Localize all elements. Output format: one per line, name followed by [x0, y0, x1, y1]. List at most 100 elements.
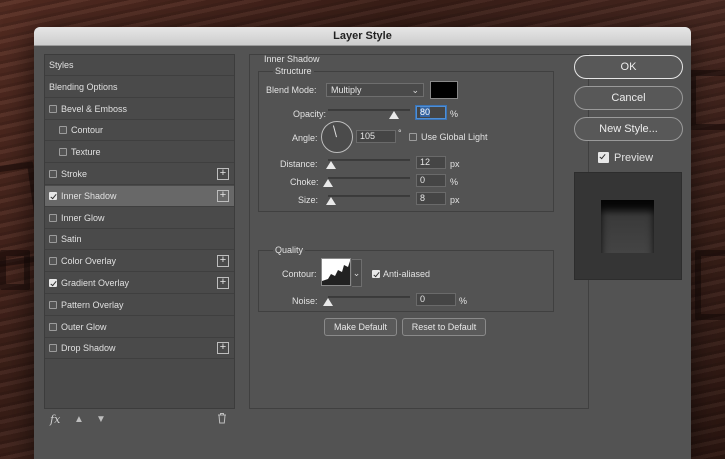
style-item-label: Pattern Overlay [61, 299, 124, 310]
structure-title: Structure [273, 66, 314, 76]
style-item-checkbox[interactable] [49, 104, 57, 113]
style-item-checkbox[interactable] [49, 344, 57, 353]
styles-panel-footer: fx ▲ ▼ [44, 409, 235, 431]
style-item-checkbox[interactable] [59, 126, 67, 135]
opacity-slider-thumb[interactable] [388, 111, 399, 119]
quality-title: Quality [273, 245, 306, 255]
style-item-label: Color Overlay [61, 256, 117, 267]
make-default-button[interactable]: Make Default [324, 318, 397, 336]
opacity-label: Opacity: [293, 109, 327, 119]
quality-group: Quality Contour: ⌄ Anti-aliased Noise: 0… [258, 245, 554, 312]
global-light-checkbox[interactable] [409, 133, 417, 141]
style-item-inner-shadow[interactable]: Inner Shadow + [45, 185, 234, 207]
opacity-field[interactable]: 80 [416, 106, 446, 119]
style-item-outer-glow[interactable]: Outer Glow [45, 317, 234, 338]
noise-slider-thumb[interactable] [323, 298, 333, 306]
style-item-label: Styles [49, 60, 74, 70]
choke-label: Choke: [290, 177, 319, 187]
distance-slider[interactable] [328, 159, 410, 161]
style-item-checkbox[interactable] [49, 322, 57, 331]
distance-slider-thumb[interactable] [326, 161, 337, 169]
distance-label: Distance: [280, 159, 318, 169]
add-style-plus-icon[interactable]: + [217, 255, 229, 268]
angle-unit: ° [398, 128, 402, 138]
style-item-label: Inner Shadow [61, 190, 117, 201]
style-item-checkbox[interactable] [59, 148, 67, 157]
style-item-label: Gradient Overlay [61, 278, 130, 288]
angle-field[interactable]: 105 [356, 130, 396, 143]
style-item-label: Stroke [61, 169, 88, 179]
size-label: Size: [298, 195, 319, 205]
style-item-blending-options[interactable]: Blending Options [45, 77, 234, 98]
add-style-plus-icon[interactable]: + [217, 342, 229, 355]
inner-shadow-settings: Inner Shadow Structure Blend Mode: Multi… [249, 54, 589, 409]
blend-color-swatch[interactable] [430, 81, 458, 99]
noise-unit: % [459, 296, 468, 306]
blend-mode-select[interactable]: Multiply ⌄ [326, 83, 424, 97]
background-wood-mark [690, 70, 725, 130]
style-item-stroke[interactable]: Stroke + [45, 164, 234, 185]
style-item-inner-glow[interactable]: Inner Glow [45, 208, 234, 229]
style-item-label: Outer Glow [61, 321, 107, 332]
preview-checkbox[interactable] [598, 152, 609, 163]
arrow-down-icon[interactable]: ▼ [96, 414, 106, 425]
style-item-label: Satin [61, 234, 82, 245]
size-unit: px [450, 195, 460, 205]
choke-slider-thumb[interactable] [323, 179, 333, 187]
choke-slider[interactable] [328, 177, 410, 179]
background-wood-mark [695, 250, 725, 320]
size-slider[interactable] [328, 195, 410, 197]
noise-slider[interactable] [328, 296, 410, 298]
style-item-contour[interactable]: Contour [45, 120, 234, 142]
anti-aliased-checkbox[interactable] [372, 270, 380, 278]
size-slider-thumb[interactable] [325, 197, 336, 205]
style-item-checkbox[interactable] [49, 257, 57, 266]
fx-button[interactable]: fx [50, 413, 60, 426]
arrow-up-icon[interactable]: ▲ [74, 414, 84, 425]
style-item-color-overlay[interactable]: Color Overlay + [45, 251, 234, 273]
new-style-button[interactable]: New Style... [574, 117, 683, 141]
blend-mode-value: Multiply [331, 85, 362, 95]
angle-dial[interactable] [321, 121, 353, 153]
size-field[interactable]: 8 [416, 192, 446, 205]
structure-group: Structure Blend Mode: Multiply ⌄ Opacity… [258, 66, 554, 212]
style-item-label: Contour [71, 125, 104, 136]
distance-field[interactable]: 12 [416, 156, 446, 169]
style-item-drop-shadow[interactable]: Drop Shadow + [45, 338, 234, 360]
style-item-checkbox[interactable] [49, 213, 57, 222]
contour-picker[interactable] [321, 258, 351, 286]
window-title: Layer Style [34, 27, 691, 46]
reset-to-default-button[interactable]: Reset to Default [402, 318, 486, 336]
add-style-plus-icon[interactable]: + [217, 189, 229, 202]
style-item-checkbox[interactable] [49, 300, 57, 309]
style-item-styles[interactable]: Styles [45, 55, 234, 76]
style-item-checkbox[interactable] [49, 279, 57, 287]
contour-dropdown-chevron-icon[interactable]: ⌄ [352, 259, 362, 287]
contour-curve-icon [322, 261, 350, 285]
ok-button[interactable]: OK [574, 55, 683, 79]
style-item-label: Drop Shadow [61, 343, 116, 354]
add-style-plus-icon[interactable]: + [217, 168, 229, 180]
trash-icon[interactable] [217, 412, 227, 427]
opacity-unit: % [450, 109, 459, 119]
contour-label: Contour: [282, 269, 317, 279]
choke-unit: % [450, 177, 459, 187]
preview-swatch [601, 200, 654, 253]
add-style-plus-icon[interactable]: + [217, 277, 229, 289]
style-item-texture[interactable]: Texture [45, 142, 234, 164]
cancel-button[interactable]: Cancel [574, 86, 683, 110]
style-item-checkbox[interactable] [49, 235, 57, 244]
style-item-checkbox[interactable] [49, 191, 57, 200]
style-item-gradient-overlay[interactable]: Gradient Overlay + [45, 273, 234, 294]
style-item-label: Blending Options [49, 81, 118, 92]
style-item-checkbox[interactable] [49, 170, 57, 178]
choke-field[interactable]: 0 [416, 174, 446, 187]
section-title: Inner Shadow [264, 54, 320, 64]
angle-label: Angle: [292, 133, 318, 143]
style-item-label: Bevel & Emboss [61, 103, 128, 114]
style-item-satin[interactable]: Satin [45, 229, 234, 251]
style-item-pattern-overlay[interactable]: Pattern Overlay [45, 295, 234, 316]
anti-aliased-label: Anti-aliased [383, 269, 431, 279]
style-item-bevel-emboss[interactable]: Bevel & Emboss [45, 99, 234, 120]
noise-field[interactable]: 0 [416, 293, 456, 306]
